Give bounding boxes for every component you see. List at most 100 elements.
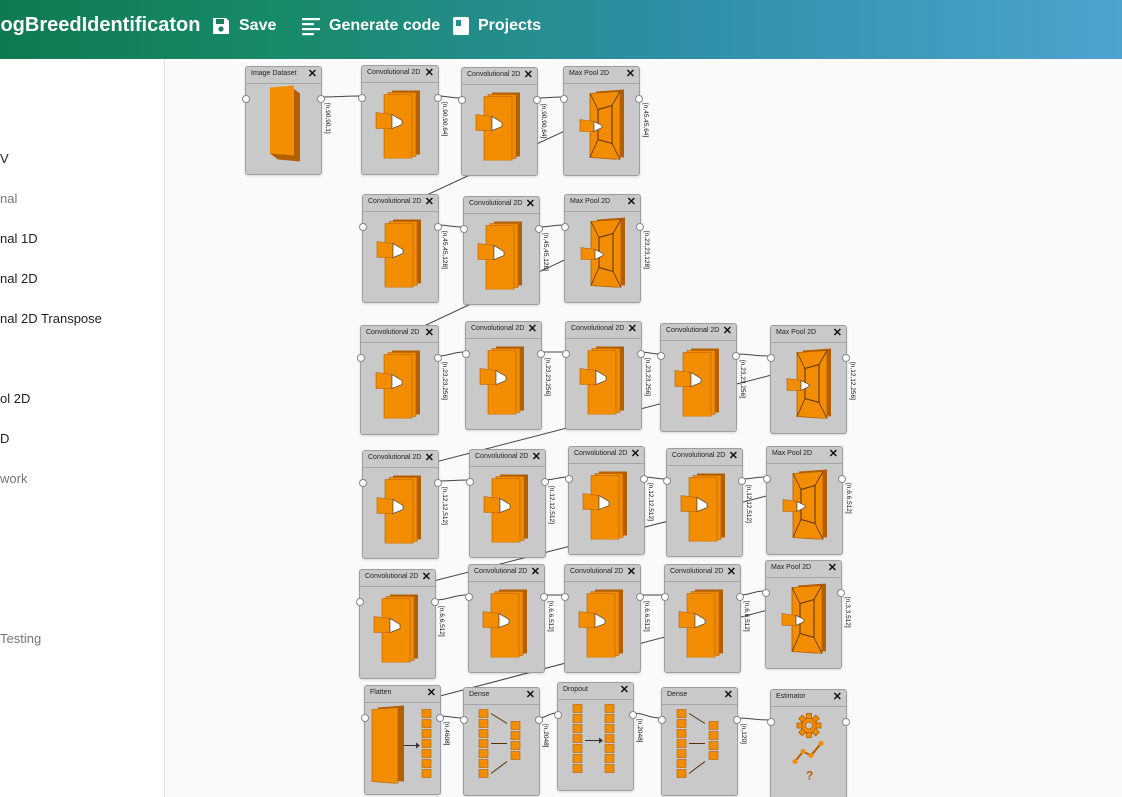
node-header[interactable]: Convolutional 2D ✕ [469, 565, 544, 582]
close-icon[interactable]: ✕ [620, 684, 629, 696]
output-port[interactable] [636, 223, 644, 231]
input-port[interactable] [762, 589, 770, 597]
node-conv-9[interactable]: Convolutional 2D ✕ [n,12,12,512] [359, 450, 448, 559]
input-port[interactable] [357, 354, 365, 362]
node-flatten[interactable]: Flatten ✕ [n,4608] [361, 685, 450, 795]
node-pool-4[interactable]: Max Pool 2D ✕ [n,6,6,512] [763, 446, 852, 555]
sidebar-item-pool2d[interactable]: ol 2D [0, 391, 30, 406]
node-header[interactable]: Convolutional 2D ✕ [667, 449, 742, 466]
projects-button[interactable]: Projects [452, 16, 541, 36]
node-header[interactable]: Max Pool 2D ✕ [767, 447, 842, 464]
input-port[interactable] [763, 475, 771, 483]
close-icon[interactable]: ✕ [628, 323, 637, 335]
input-port[interactable] [466, 478, 474, 486]
node-header[interactable]: Max Pool 2D ✕ [771, 326, 846, 343]
node-conv-14[interactable]: Convolutional 2D ✕ [n,6,6,512] [465, 564, 554, 673]
input-port[interactable] [561, 593, 569, 601]
node-header[interactable]: Convolutional 2D ✕ [362, 66, 438, 83]
node-pool-3[interactable]: Max Pool 2D ✕ [n,12,12,256] [767, 325, 856, 434]
sidebar-item-d[interactable]: D [0, 431, 9, 446]
node-conv-8[interactable]: Convolutional 2D ✕ [n,23,23,256] [657, 323, 746, 432]
input-port[interactable] [562, 350, 570, 358]
node-pool-2[interactable]: Max Pool 2D ✕ [n,23,23,128] [561, 194, 650, 303]
output-port[interactable] [434, 354, 442, 362]
node-header[interactable]: Flatten ✕ [365, 686, 440, 703]
node-header[interactable]: Convolutional 2D ✕ [361, 326, 438, 343]
node-conv-5[interactable]: Convolutional 2D ✕ [n,23,23,256] [357, 325, 448, 435]
close-icon[interactable]: ✕ [627, 566, 636, 578]
close-icon[interactable]: ✕ [724, 689, 733, 701]
output-port[interactable] [434, 223, 442, 231]
output-port[interactable] [733, 716, 741, 724]
close-icon[interactable]: ✕ [526, 689, 535, 701]
node-dropout[interactable]: Dropout ✕ [n,2048] [554, 682, 643, 791]
input-port[interactable] [767, 718, 775, 726]
input-port[interactable] [554, 711, 562, 719]
close-icon[interactable]: ✕ [631, 448, 640, 460]
save-button[interactable]: Save [211, 16, 276, 36]
node-header[interactable]: Convolutional 2D ✕ [462, 68, 537, 85]
input-port[interactable] [658, 716, 666, 724]
output-port[interactable] [738, 477, 746, 485]
close-icon[interactable]: ✕ [425, 452, 434, 464]
output-port[interactable] [535, 716, 543, 724]
node-image-dataset[interactable]: Image Dataset ✕ [n,90,90,1] [242, 66, 331, 175]
node-conv-16[interactable]: Convolutional 2D ✕ [n,6,6,512] [661, 564, 750, 673]
node-header[interactable]: Convolutional 2D ✕ [464, 197, 539, 214]
node-header[interactable]: Convolutional 2D ✕ [665, 565, 740, 582]
input-port[interactable] [663, 477, 671, 485]
close-icon[interactable]: ✕ [427, 687, 436, 699]
output-port[interactable] [838, 475, 846, 483]
node-header[interactable]: Convolutional 2D ✕ [470, 450, 545, 467]
node-conv-1[interactable]: Convolutional 2D ✕ [n,90,90,64] [358, 65, 448, 175]
node-conv-13[interactable]: Convolutional 2D ✕ [n,6,6,512] [356, 569, 445, 679]
output-port[interactable] [640, 475, 648, 483]
close-icon[interactable]: ✕ [833, 691, 842, 703]
output-port[interactable] [541, 478, 549, 486]
close-icon[interactable]: ✕ [425, 67, 434, 79]
node-estimator[interactable]: Estimator ✕? [767, 689, 850, 797]
node-header[interactable]: Max Pool 2D ✕ [565, 195, 640, 212]
close-icon[interactable]: ✕ [308, 68, 317, 80]
sidebar-item-conv1d[interactable]: nal 1D [0, 231, 38, 246]
input-port[interactable] [356, 598, 364, 606]
node-conv-7[interactable]: Convolutional 2D ✕ [n,23,23,256] [562, 321, 651, 430]
output-port[interactable] [434, 94, 442, 102]
network-canvas[interactable]: Image Dataset ✕ [n,90,90,1] Convolutional 2… [165, 59, 1122, 797]
node-conv-3[interactable]: Convolutional 2D ✕ [n,45,45,128] [359, 194, 448, 303]
output-port[interactable] [837, 589, 845, 597]
node-pool-5[interactable]: Max Pool 2D ✕ [n,3,3,512] [762, 560, 851, 669]
input-port[interactable] [460, 716, 468, 724]
output-port[interactable] [533, 96, 541, 104]
close-icon[interactable]: ✕ [531, 566, 540, 578]
node-header[interactable]: Convolutional 2D ✕ [360, 570, 435, 587]
generate-code-button[interactable]: Generate code [301, 16, 440, 36]
node-header[interactable]: Max Pool 2D ✕ [766, 561, 841, 578]
close-icon[interactable]: ✕ [829, 448, 838, 460]
input-port[interactable] [565, 475, 573, 483]
node-header[interactable]: Estimator ✕ [771, 690, 846, 707]
close-icon[interactable]: ✕ [626, 68, 635, 80]
output-port[interactable] [732, 352, 740, 360]
output-port[interactable] [636, 593, 644, 601]
node-conv-12[interactable]: Convolutional 2D ✕ [n,12,12,512] [663, 448, 752, 557]
node-conv-4[interactable]: Convolutional 2D ✕ [n,45,45,128] [460, 196, 549, 305]
close-icon[interactable]: ✕ [727, 566, 736, 578]
sidebar-category-testing[interactable]: Testing [0, 631, 41, 646]
close-icon[interactable]: ✕ [425, 196, 434, 208]
input-port[interactable] [358, 94, 366, 102]
node-conv-2[interactable]: Convolutional 2D ✕ [n,90,90,64] [458, 67, 547, 176]
input-port[interactable] [359, 479, 367, 487]
close-icon[interactable]: ✕ [422, 571, 431, 583]
node-header[interactable]: Max Pool 2D ✕ [564, 67, 639, 84]
input-port[interactable] [657, 352, 665, 360]
close-icon[interactable]: ✕ [833, 327, 842, 339]
node-header[interactable]: Dense ✕ [464, 688, 539, 705]
close-icon[interactable]: ✕ [828, 562, 837, 574]
node-header[interactable]: Convolutional 2D ✕ [363, 195, 438, 212]
input-port[interactable] [460, 225, 468, 233]
node-conv-15[interactable]: Convolutional 2D ✕ [n,6,6,512] [561, 564, 650, 673]
input-port[interactable] [458, 96, 466, 104]
close-icon[interactable]: ✕ [528, 323, 537, 335]
close-icon[interactable]: ✕ [425, 327, 434, 339]
